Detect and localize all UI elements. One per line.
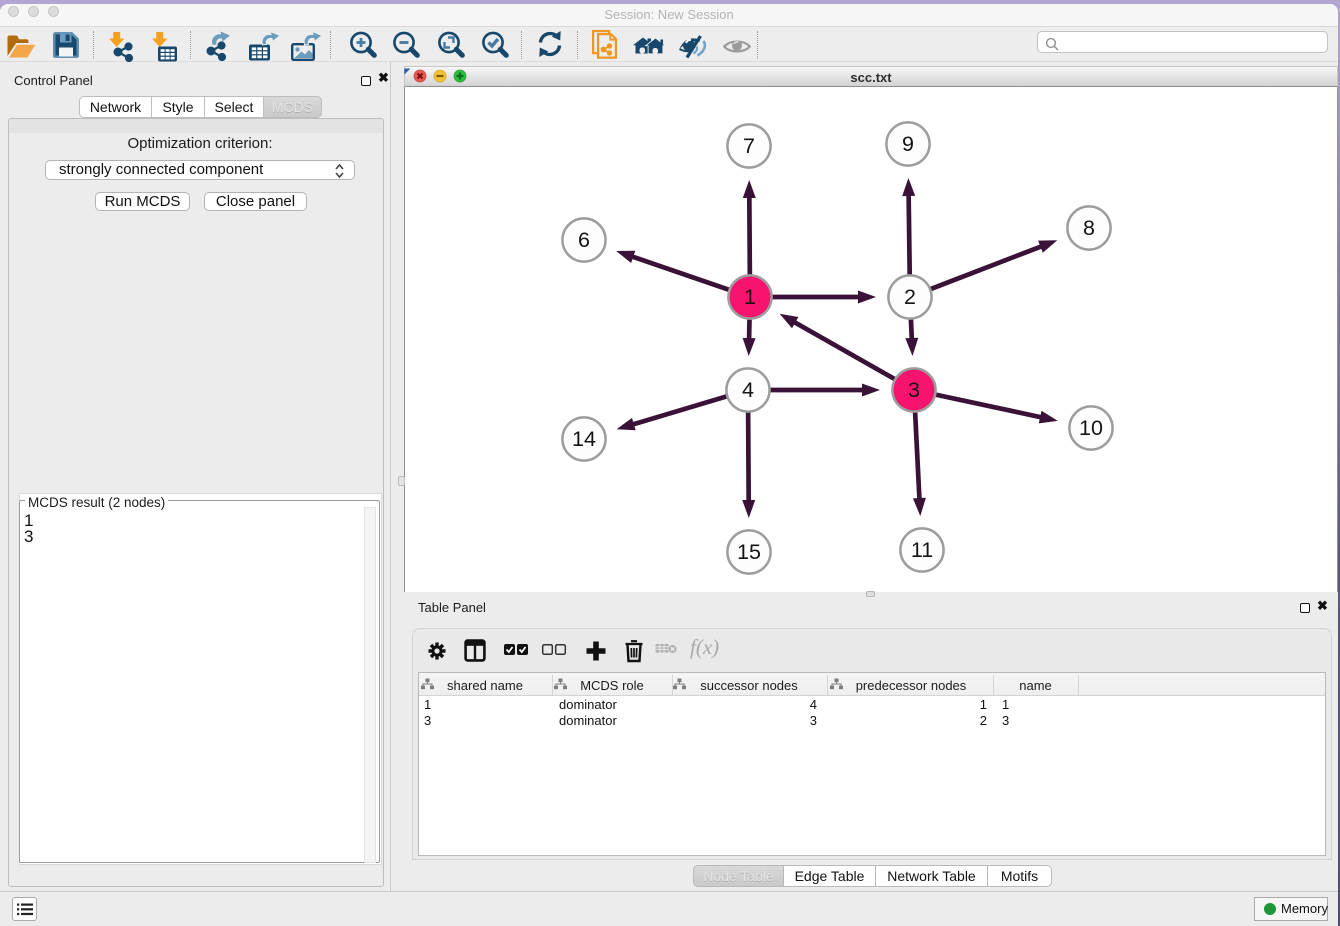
svg-text:11: 11 [911,538,933,562]
svg-text:2: 2 [904,285,916,309]
svg-text:3: 3 [908,378,920,402]
svg-text:1: 1 [744,285,756,309]
svg-text:6: 6 [578,228,590,252]
svg-text:10: 10 [1079,416,1103,440]
svg-text:8: 8 [1083,216,1095,240]
svg-text:15: 15 [737,540,761,564]
svg-text:7: 7 [743,134,755,158]
svg-text:14: 14 [572,427,596,451]
svg-text:4: 4 [742,378,754,402]
svg-text:9: 9 [902,132,914,156]
